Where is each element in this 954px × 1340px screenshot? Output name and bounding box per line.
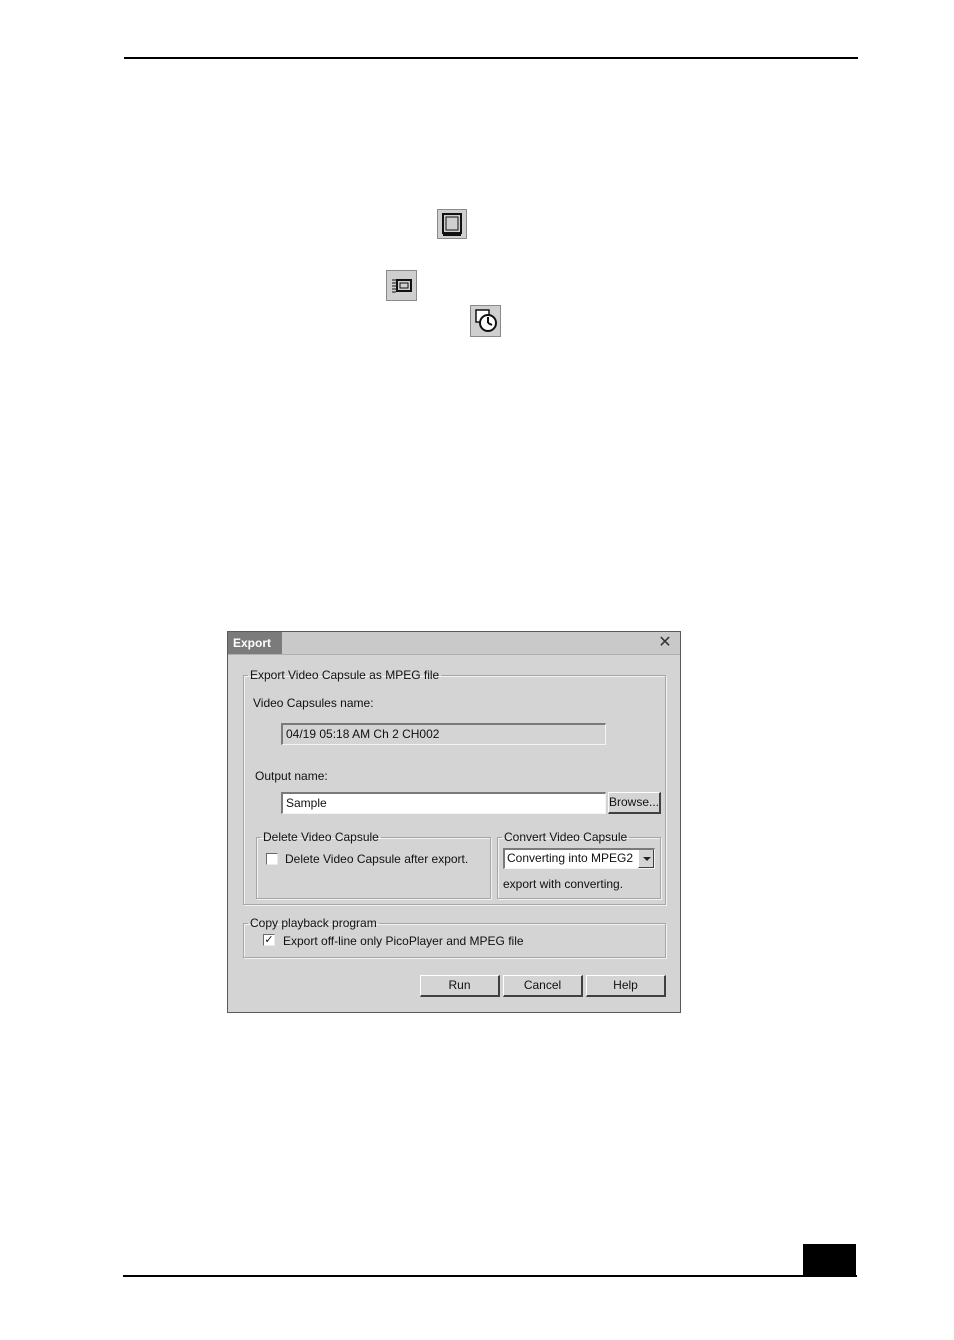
output-name-label: Output name:	[255, 769, 328, 783]
cancel-button[interactable]: Cancel	[503, 975, 583, 997]
close-icon[interactable]: ✕	[656, 634, 674, 652]
export-group-legend: Export Video Capsule as MPEG file	[250, 668, 440, 682]
export-dialog: Export ✕ Export Video Capsule as MPEG fi…	[227, 631, 681, 1013]
convert-select[interactable]: Converting into MPEG2	[503, 848, 655, 869]
title-bar[interactable]: Export ✕	[228, 632, 680, 655]
header-rule	[124, 57, 858, 59]
convert-note: export with converting.	[503, 877, 624, 891]
export-offline-label: Export off-line only PicoPlayer and MPEG…	[283, 934, 524, 948]
capsules-name-field: 04/19 05:18 AM Ch 2 CH002	[281, 723, 606, 745]
delete-capsule-checkbox[interactable]	[266, 853, 278, 865]
delete-group-legend: Delete Video Capsule	[263, 830, 379, 844]
video-capsule-icon	[386, 270, 417, 301]
page-number-tab	[803, 1244, 856, 1277]
dialog-title: Export	[228, 632, 282, 654]
copy-playback-legend: Copy playback program	[250, 916, 377, 930]
footer-rule	[123, 1275, 857, 1277]
window-icon	[437, 209, 467, 239]
run-button[interactable]: Run	[420, 975, 500, 997]
chevron-down-icon[interactable]	[638, 850, 654, 868]
export-offline-checkbox[interactable]: ✓	[263, 934, 275, 946]
timer-icon	[470, 305, 501, 337]
help-button[interactable]: Help	[586, 975, 666, 997]
capsules-name-label: Video Capsules name:	[253, 696, 374, 710]
delete-capsule-label: Delete Video Capsule after export.	[285, 852, 469, 866]
convert-select-value: Converting into MPEG2	[507, 851, 634, 865]
output-name-input[interactable]: Sample	[281, 792, 606, 814]
convert-group-legend: Convert Video Capsule	[504, 830, 628, 844]
browse-button[interactable]: Browse...	[608, 792, 661, 814]
